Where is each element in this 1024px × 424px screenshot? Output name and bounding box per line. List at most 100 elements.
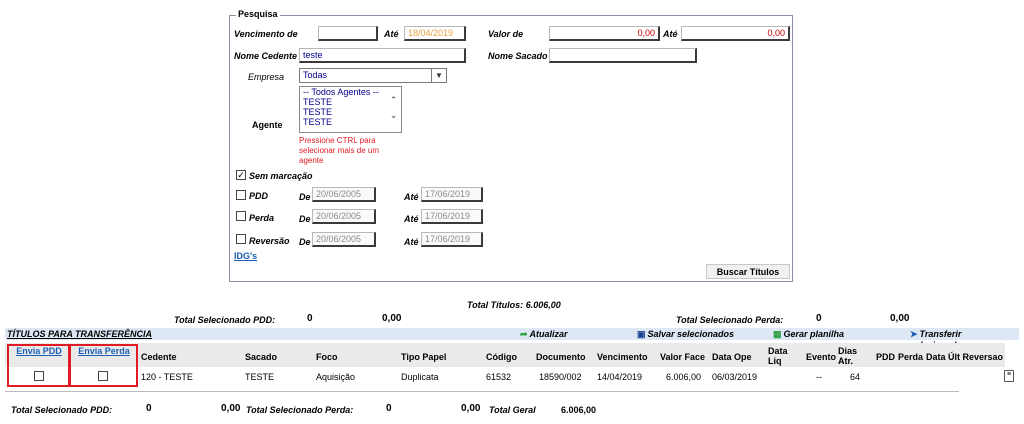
titulos-toolbar: TÍTULOS PARA TRANSFERÊNCIA ➦ Atualizar ▣ S…: [5, 328, 1019, 350]
reversao-de-label: De: [299, 237, 311, 247]
gerar-planilha-label: Gerar planilha: [783, 329, 845, 339]
cell-foco: Aquisição: [316, 372, 356, 382]
col-codigo: Código: [486, 352, 517, 362]
col-sacado: Sacado: [245, 352, 278, 362]
bottom-selecionado-pdd-label: Total Selecionado PDD:: [11, 405, 113, 415]
cell-data-ope: 06/03/2019: [712, 372, 758, 382]
perda-label: Perda: [249, 213, 275, 223]
cell-cedente: 120 - TESTE: [141, 372, 193, 382]
col-data-ult-reversao: Data Últ Reversao: [926, 352, 1004, 362]
col-tipo-papel: Tipo Papel: [401, 352, 447, 362]
envia-pdd-highlight: [7, 344, 70, 387]
top-selecionado-perda-value: 0,00: [890, 313, 910, 324]
top-selecionado-perda-count: 0: [816, 313, 822, 324]
valor-from-field[interactable]: 0,00: [549, 26, 660, 41]
nome-sacado-label: Nome Sacado: [488, 51, 548, 61]
col-vencimento: Vencimento: [597, 352, 648, 362]
arrow-right-icon: ➤: [910, 329, 918, 339]
valor-to-field[interactable]: 0,00: [681, 26, 790, 41]
col-valor-face: Valor Face: [660, 352, 706, 362]
agente-hint: Pressione CTRL para selecionar mais de u…: [299, 136, 380, 165]
vencimento-from-field[interactable]: [318, 26, 378, 41]
cell-documento: 18590/002: [539, 372, 582, 382]
cell-sacado: TESTE: [245, 372, 275, 382]
chevron-down-icon: ▼: [431, 69, 446, 82]
details-icon[interactable]: ≡: [1004, 370, 1014, 382]
reversao-to-field[interactable]: 17/06/2019: [421, 232, 483, 247]
top-selecionado-pdd-count: 0: [307, 313, 313, 324]
nome-cedente-label: Nome Cedente: [234, 51, 298, 61]
bottom-selecionado-perda-label: Total Selecionado Perda:: [246, 405, 354, 415]
salvar-label: Salvar selecionados: [647, 329, 735, 339]
nome-sacado-field[interactable]: [549, 48, 697, 63]
bottom-selecionado-pdd-count: 0: [146, 403, 152, 414]
pdd-ate-label: Até: [404, 192, 419, 202]
nome-cedente-field[interactable]: teste: [299, 48, 466, 63]
pdd-label: PDD: [249, 191, 269, 201]
agente-scrollbar[interactable]: ⌃ ⌄: [386, 87, 401, 132]
pdd-de-label: De: [299, 192, 311, 202]
atualizar-action[interactable]: ➦ Atualizar: [520, 329, 568, 340]
col-evento: Evento: [806, 352, 837, 362]
refresh-icon: ➦: [520, 329, 528, 339]
empresa-selected-value: Todas: [303, 70, 328, 80]
reversao-from-field[interactable]: 20/06/2005: [312, 232, 376, 247]
vencimento-to-field[interactable]: 18/04/2019: [404, 26, 466, 41]
idgs-link[interactable]: IDG's: [234, 251, 257, 261]
valor-ate-label: Até: [663, 29, 678, 39]
agente-label: Agente: [252, 120, 283, 130]
spreadsheet-icon: ▦: [773, 329, 782, 339]
section-title: TÍTULOS PARA TRANSFERÊNCIA: [7, 329, 152, 339]
chevron-down-icon[interactable]: ⌄: [386, 110, 401, 121]
envia-perda-highlight: [69, 344, 138, 387]
col-data-ope: Data Ope: [712, 352, 752, 362]
bottom-selecionado-perda-value: 0,00: [461, 403, 481, 414]
total-geral-label: Total Geral: [489, 405, 536, 415]
col-documento: Documento: [536, 352, 586, 362]
salvar-action[interactable]: ▣ Salvar selecionados: [637, 329, 734, 340]
empresa-label: Empresa: [248, 72, 285, 82]
cell-valor-face: 6.006,00: [666, 372, 702, 382]
top-selecionado-pdd-value: 0,00: [382, 313, 402, 324]
reversao-ate-label: Até: [404, 237, 419, 247]
col-perda: Perda: [898, 352, 924, 362]
total-titulos-label: Total Títulos:: [467, 300, 524, 310]
perda-checkbox[interactable]: [236, 211, 246, 221]
cell-tipo-papel: Duplicata: [401, 372, 439, 382]
sem-marcacao-checkbox[interactable]: ✓: [236, 170, 246, 180]
cell-dias-atr: 64: [850, 372, 861, 382]
reversao-checkbox[interactable]: [236, 234, 246, 244]
top-selecionado-perda-label: Total Selecionado Perda:: [676, 315, 784, 325]
gerar-planilha-action[interactable]: ▦ Gerar planilha: [773, 329, 844, 340]
col-cedente: Cedente: [141, 352, 177, 362]
bottom-selecionado-perda-count: 0: [386, 403, 392, 414]
top-selecionado-pdd-label: Total Selecionado PDD:: [174, 315, 276, 325]
search-legend: Pesquisa: [236, 9, 280, 19]
total-titulos: Total Títulos: 6.006,00: [467, 300, 561, 310]
buscar-titulos-button[interactable]: Buscar Títulos: [706, 264, 790, 279]
perda-de-label: De: [299, 214, 311, 224]
vencimento-label: Vencimento de: [234, 29, 298, 39]
pdd-checkbox[interactable]: [236, 190, 246, 200]
chevron-up-icon[interactable]: ⌃: [386, 95, 401, 106]
bottom-selecionado-pdd-value: 0,00: [221, 403, 241, 414]
table-divider: [5, 391, 959, 392]
sem-marcacao-label: Sem marcação: [249, 171, 313, 181]
cell-vencimento: 14/04/2019: [597, 372, 643, 382]
col-pdd: PDD: [876, 352, 896, 362]
cell-codigo: 61532: [486, 372, 512, 382]
perda-ate-label: Até: [404, 214, 419, 224]
perda-to-field[interactable]: 17/06/2019: [421, 209, 483, 224]
valor-de-label: Valor de: [488, 29, 524, 39]
pdd-to-field[interactable]: 17/06/2019: [421, 187, 483, 202]
total-titulos-value: 6.006,00: [525, 300, 561, 310]
cell-evento: --: [816, 372, 822, 382]
pdd-from-field[interactable]: 20/06/2005: [312, 187, 376, 202]
reversao-label: Reversão: [249, 236, 290, 246]
save-icon: ▣: [637, 329, 646, 339]
agente-listbox[interactable]: -- Todos Agentes -- TESTE TESTE TESTE ⌃ …: [299, 86, 402, 133]
perda-from-field[interactable]: 20/06/2005: [312, 209, 376, 224]
empresa-select[interactable]: Todas ▼: [299, 68, 447, 83]
total-geral-value: 6.006,00: [561, 405, 597, 415]
col-foco: Foco: [316, 352, 338, 362]
